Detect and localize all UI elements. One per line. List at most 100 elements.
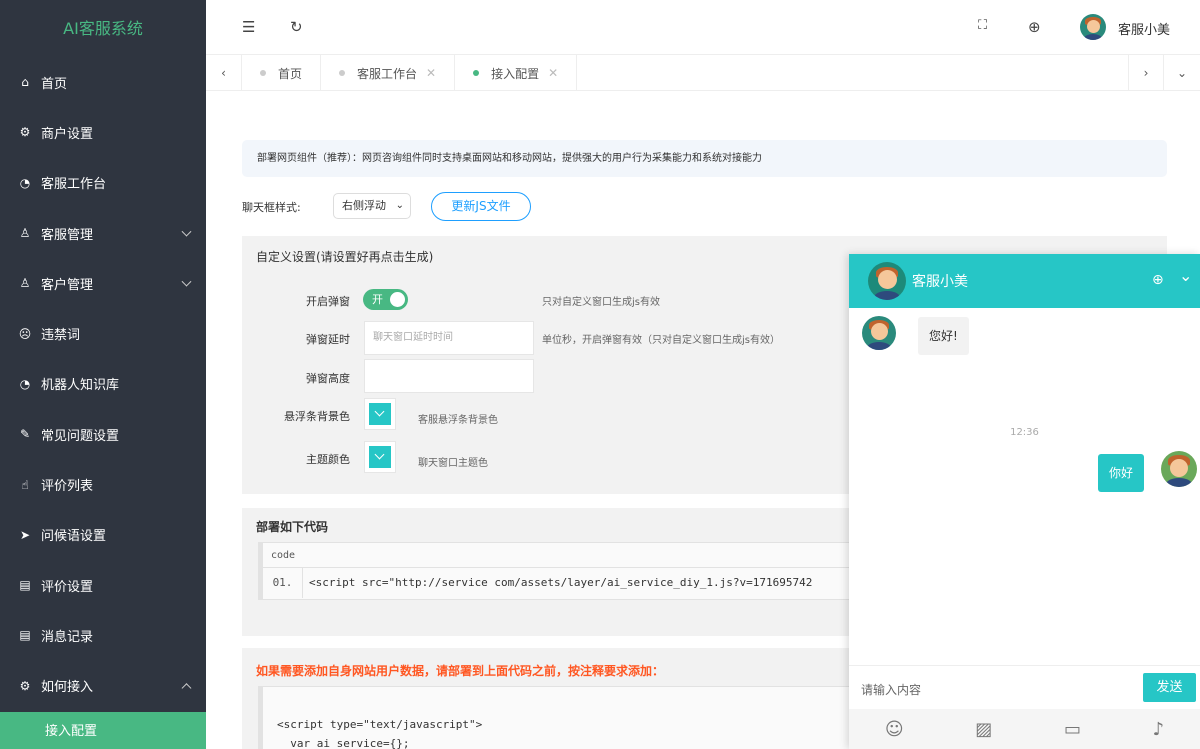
color-swatch [369, 446, 391, 468]
chevron-up-icon [181, 682, 192, 693]
tab-label: 接入配置 [491, 66, 540, 81]
sound-icon[interactable]: ♪ [1153, 719, 1165, 740]
popup-switch[interactable]: 开 [363, 289, 408, 310]
sidebar-item-11[interactable]: ▤ 消息记录 [0, 610, 206, 660]
sidebar-item-3[interactable]: ♙ 客服管理 [0, 208, 206, 258]
chevron-down-icon: ⌄ [395, 200, 404, 211]
sidebar-item-7[interactable]: ✎ 常见问题设置 [0, 409, 206, 459]
tab-scroll-right-icon[interactable]: › [1128, 55, 1164, 91]
sidebar-item-9[interactable]: ➤ 问候语设置 [0, 510, 206, 560]
sidebar-item-label: 如何接入 [41, 680, 94, 696]
tab-scroll-left-icon[interactable]: ‹ [206, 55, 242, 91]
menu-icon: ◔ [19, 376, 31, 391]
message-time: 12:36 [1010, 427, 1039, 438]
popup-hint: 只对自定义窗口生成js有效 [542, 297, 660, 308]
chat-input[interactable]: 请输入内容 [861, 681, 921, 698]
menu-icon: ☝ [21, 477, 29, 492]
agent-avatar [868, 262, 906, 300]
user-message-bubble: 你好 [1098, 454, 1145, 492]
menu-icon: ◔ [19, 175, 31, 190]
menu-icon: ♙ [19, 226, 31, 241]
popup-label: 开启弹窗 [306, 295, 350, 308]
fullscreen-icon[interactable]: ⛶ [978, 18, 987, 33]
top-bar: ☰ ↻ ⛶ ⊕ 客服小美 [206, 0, 1200, 55]
refresh-icon[interactable]: ↻ [290, 18, 303, 36]
close-icon[interactable]: ✕ [426, 66, 436, 80]
tab-dot [339, 70, 346, 76]
sidebar-item-label: 客服工作台 [41, 177, 107, 193]
user-name[interactable]: 客服小美 [1118, 19, 1170, 38]
float-color-hint: 客服悬浮条背景色 [418, 415, 498, 426]
send-button[interactable]: 发送 [1143, 673, 1196, 702]
update-js-button[interactable]: 更新JS文件 [431, 192, 531, 221]
folder-icon[interactable]: ▭ [1064, 719, 1081, 740]
tab-dot [473, 70, 480, 76]
user-avatar[interactable] [1080, 14, 1106, 40]
sidebar-item-10[interactable]: ▤ 评价设置 [0, 560, 206, 610]
chat-style-select[interactable]: 右侧浮动 ⌄ [333, 193, 411, 219]
sidebar-item-2[interactable]: ◔ 客服工作台 [0, 158, 206, 208]
tab-list: 首页 客服工作台 ✕ 接入配置 ✕ [242, 55, 578, 91]
sidebar-item-label: 违禁词 [41, 328, 81, 344]
switch-knob [390, 292, 405, 307]
brand-logo: AI客服系统 [63, 19, 143, 38]
red-note: 如果需要添加自身网站用户数据，请部署到上面代码之前，按注释要求添加： [256, 664, 665, 678]
sidebar-item-label: 评价列表 [41, 479, 94, 495]
chevron-down-icon[interactable]: ⌄ [1179, 266, 1192, 285]
globe-icon[interactable]: ⊕ [1028, 18, 1041, 36]
sidebar-item-5[interactable]: ☹ 违禁词 [0, 308, 206, 358]
sidebar-item-label: 评价设置 [41, 579, 94, 595]
theme-color-label: 主题颜色 [306, 453, 350, 466]
app-root: AI客服系统 ⌂ 首页 ⚙ 商户设置 ◔ 客服工作台 ♙ 客服管理 ♙ 客户管理 ☹ 违禁词 ◔ 机器人知… [0, 0, 1200, 749]
chat-header: 客服小美 ⊕ ⌄ [849, 254, 1200, 308]
sidebar-subitem-access-config[interactable]: 接入配置 [0, 712, 206, 749]
deploy-code-title: 部署如下代码 [256, 520, 329, 534]
menu-icon: ⌂ [21, 75, 29, 90]
delay-hint: 单位秒，开启弹窗有效（只对自定义窗口生成js有效） [542, 335, 780, 346]
chat-input-area: 请输入内容 发送 [849, 665, 1200, 709]
menu-toggle-icon[interactable]: ☰ [242, 18, 255, 36]
tab-dropdown-chevron-icon[interactable]: ⌄ [1164, 55, 1200, 91]
chevron-down-icon [181, 276, 192, 287]
menu-icon: ♙ [19, 276, 31, 291]
sidebar-item-label: 问候语设置 [41, 529, 107, 545]
delay-label: 弹窗延时 [306, 333, 350, 346]
close-icon[interactable]: ✕ [548, 66, 558, 80]
sidebar-item-8[interactable]: ☝ 评价列表 [0, 459, 206, 509]
sidebar-item-6[interactable]: ◔ 机器人知识库 [0, 359, 206, 409]
theme-color-picker[interactable] [364, 441, 396, 473]
chat-style-label: 聊天框样式: [242, 201, 301, 214]
sidebar-item-0[interactable]: ⌂ 首页 [0, 57, 206, 107]
custom-settings-title: 自定义设置(请设置好再点击生成) [256, 250, 434, 264]
user-message-avatar [1161, 451, 1197, 487]
menu-icon: ▤ [19, 578, 31, 593]
image-icon[interactable]: ▨ [975, 719, 992, 740]
chat-toolbar: ☺ ▨ ▭ ♪ [849, 709, 1200, 749]
globe-icon[interactable]: ⊕ [1152, 272, 1164, 288]
tab-0[interactable]: 首页 [242, 55, 322, 91]
chat-style-value: 右侧浮动 [342, 199, 386, 212]
color-swatch [369, 403, 391, 425]
sidebar-item-label: 常见问题设置 [41, 428, 120, 444]
code-line: <script src="http://service com/assets/l… [309, 576, 813, 589]
emoji-icon[interactable]: ☺ [885, 719, 904, 740]
sidebar-item-label: 客服管理 [41, 227, 94, 243]
height-label: 弹窗高度 [306, 372, 350, 385]
sidebar-item-label: 消息记录 [41, 629, 94, 645]
delay-input[interactable]: 聊天窗口延时时间 [364, 321, 534, 355]
agent-message-bubble: 您好! [918, 317, 969, 355]
menu-icon: ⚙ [19, 678, 31, 693]
sidebar-item-12[interactable]: ⚙ 如何接入 [0, 661, 206, 711]
code-line-number: 01. [263, 568, 303, 598]
tab-1[interactable]: 客服工作台 ✕ [321, 55, 456, 91]
height-input[interactable] [364, 359, 534, 393]
float-color-label: 悬浮条背景色 [284, 410, 350, 423]
sidebar-item-label: 机器人知识库 [41, 378, 120, 394]
popup-switch-text: 开 [372, 293, 383, 306]
sidebar-item-label: 首页 [41, 76, 68, 92]
tab-dot [260, 70, 266, 76]
tab-2[interactable]: 接入配置 ✕ [455, 55, 578, 91]
sidebar-item-1[interactable]: ⚙ 商户设置 [0, 107, 206, 157]
sidebar-item-4[interactable]: ♙ 客户管理 [0, 258, 206, 308]
float-color-picker[interactable] [364, 398, 396, 430]
